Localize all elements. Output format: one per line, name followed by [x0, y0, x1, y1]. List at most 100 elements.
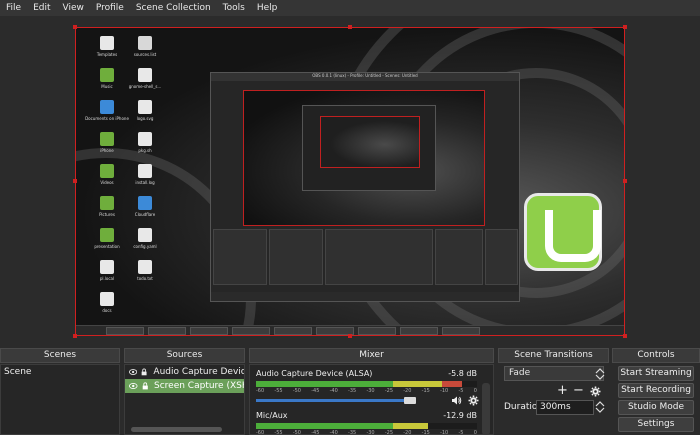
desktop-file-icon[interactable] — [100, 260, 114, 274]
menu-file[interactable]: File — [6, 3, 21, 13]
lock-icon[interactable] — [140, 367, 148, 377]
resize-handle[interactable] — [623, 334, 627, 338]
channel-name: Mic/Aux — [256, 411, 288, 420]
resize-handle[interactable] — [348, 334, 352, 338]
innermost-preview — [320, 116, 420, 168]
sources-dock: Sources Audio Capture Device (A Screen C… — [124, 348, 245, 435]
menu-profile[interactable]: Profile — [96, 3, 124, 13]
meter-yellow — [393, 381, 442, 387]
meter-tick-label: -60 — [256, 430, 265, 435]
preview-canvas[interactable]: OBS 0.0.1 (linux) - Profile: Untitled - … — [75, 27, 625, 336]
chevron-down-icon[interactable] — [595, 407, 605, 414]
resize-handle[interactable] — [73, 179, 77, 183]
resize-handle[interactable] — [73, 334, 77, 338]
transitions-body: Fade + − Duration 300ms — [498, 364, 609, 435]
nested-controls-panel — [485, 229, 518, 285]
channel-name: Audio Capture Device (ALSA) — [256, 369, 373, 378]
meter-tick-label: -45 — [311, 388, 320, 394]
nested-window-title: OBS 0.0.1 (linux) - Profile: Untitled - … — [312, 73, 418, 78]
scenes-title: Scenes — [0, 348, 120, 363]
scene-item[interactable]: Scene — [1, 365, 119, 379]
nested-obs-window: OBS 0.0.1 (linux) - Profile: Untitled - … — [210, 72, 520, 302]
source-item[interactable]: Audio Capture Device (A — [125, 365, 244, 379]
desktop-file-label: sources.list — [133, 52, 157, 57]
desktop-file-icon[interactable] — [138, 260, 152, 274]
meter-tick-label: -25 — [384, 388, 394, 394]
desktop-file-icon[interactable] — [138, 100, 152, 114]
chevron-up-icon[interactable] — [595, 367, 605, 374]
duration-input[interactable]: 300ms — [536, 400, 594, 415]
meter-tick-label: -30 — [366, 388, 375, 394]
studio-mode-button[interactable]: Studio Mode — [618, 400, 694, 415]
menu-scene-collection[interactable]: Scene Collection — [136, 3, 211, 13]
transition-select[interactable]: Fade — [504, 366, 604, 381]
desktop-file-icon[interactable] — [100, 164, 114, 178]
transitions-title: Scene Transitions — [498, 348, 609, 363]
meter-tick-label: 0 — [473, 430, 477, 435]
chevron-down-icon[interactable] — [595, 374, 605, 381]
source-label: Screen Capture (XSHM) — [154, 381, 244, 391]
start-streaming-button[interactable]: Start Streaming — [618, 366, 694, 381]
desktop-file-label: gnome-shell_s... — [128, 84, 162, 89]
desktop-file-icon[interactable] — [138, 36, 152, 50]
desktop-file-icon[interactable] — [138, 228, 152, 242]
lock-icon[interactable] — [141, 381, 150, 391]
desktop-file-icon[interactable] — [100, 100, 114, 114]
volume-meter — [256, 423, 477, 429]
taskbar-item — [148, 327, 186, 335]
desktop-file-icon[interactable] — [100, 228, 114, 242]
taskbar-item — [274, 327, 312, 335]
speaker-icon[interactable] — [451, 395, 462, 406]
menu-help[interactable]: Help — [257, 3, 278, 13]
desktop-file-icon[interactable] — [100, 132, 114, 146]
volume-meter — [256, 381, 477, 387]
desktop-file-icon[interactable] — [138, 196, 152, 210]
desktop-file-icon[interactable] — [138, 68, 152, 82]
desktop-file-icon[interactable] — [138, 164, 152, 178]
start-recording-button[interactable]: Start Recording — [618, 383, 694, 398]
meter-tick-label: -35 — [348, 388, 357, 394]
mixer-title: Mixer — [249, 348, 494, 363]
meter-tick-label: -25 — [384, 430, 394, 435]
desktop-file-icon[interactable] — [100, 196, 114, 210]
gear-icon[interactable] — [590, 386, 601, 397]
taskbar-item — [190, 327, 228, 335]
desktop-file-label: pkg.sh — [138, 148, 152, 153]
chevron-up-icon[interactable] — [595, 400, 605, 407]
remove-transition-button[interactable]: − — [573, 384, 584, 397]
desktop-file-icon[interactable] — [138, 132, 152, 146]
menu-view[interactable]: View — [63, 3, 84, 13]
gear-icon[interactable] — [468, 395, 479, 406]
taskbar-item — [232, 327, 270, 335]
meter-green — [256, 381, 394, 387]
menu-edit[interactable]: Edit — [33, 3, 50, 13]
desktop-file-icon[interactable] — [100, 292, 114, 306]
mixer-scrollbar[interactable] — [482, 383, 490, 435]
resize-handle[interactable] — [73, 25, 77, 29]
resize-handle[interactable] — [623, 179, 627, 183]
desktop-file-icon[interactable] — [100, 68, 114, 82]
taskbar-item — [106, 327, 144, 335]
meter-tick-label: -15 — [421, 430, 430, 435]
volume-fader-knob[interactable] — [404, 397, 416, 404]
source-item-selected[interactable]: Screen Capture (XSHM) — [125, 379, 244, 393]
sources-hscrollbar[interactable] — [131, 427, 222, 432]
menu-tools[interactable]: Tools — [223, 3, 245, 13]
resize-handle[interactable] — [348, 25, 352, 29]
meter-ticks: -60 -55 -50 -45 -40 -35 -30 -25 -20 -15 -10 -5 0 — [256, 430, 477, 435]
settings-button[interactable]: Settings — [618, 417, 694, 432]
desktop-file-label: todo.txt — [137, 276, 153, 281]
add-transition-button[interactable]: + — [557, 384, 568, 397]
meter-tick-label: -20 — [403, 430, 412, 435]
meter-tick-label: -60 — [256, 388, 265, 394]
sources-list: Audio Capture Device (A Screen Capture (… — [124, 364, 245, 435]
eye-icon[interactable] — [129, 367, 138, 377]
resize-handle[interactable] — [623, 25, 627, 29]
desktop-file-label: config.yaml — [133, 244, 157, 249]
eye-icon[interactable] — [129, 381, 138, 391]
meter-tick-label: -20 — [403, 388, 412, 394]
meter-ticks: -60 -55 -50 -45 -40 -35 -30 -25 -20 -15 -10 -5 0 — [256, 388, 477, 397]
channel-db: -12.9 dB — [443, 411, 477, 420]
meter-tick-label: -30 — [366, 430, 375, 435]
desktop-file-icon[interactable] — [100, 36, 114, 50]
